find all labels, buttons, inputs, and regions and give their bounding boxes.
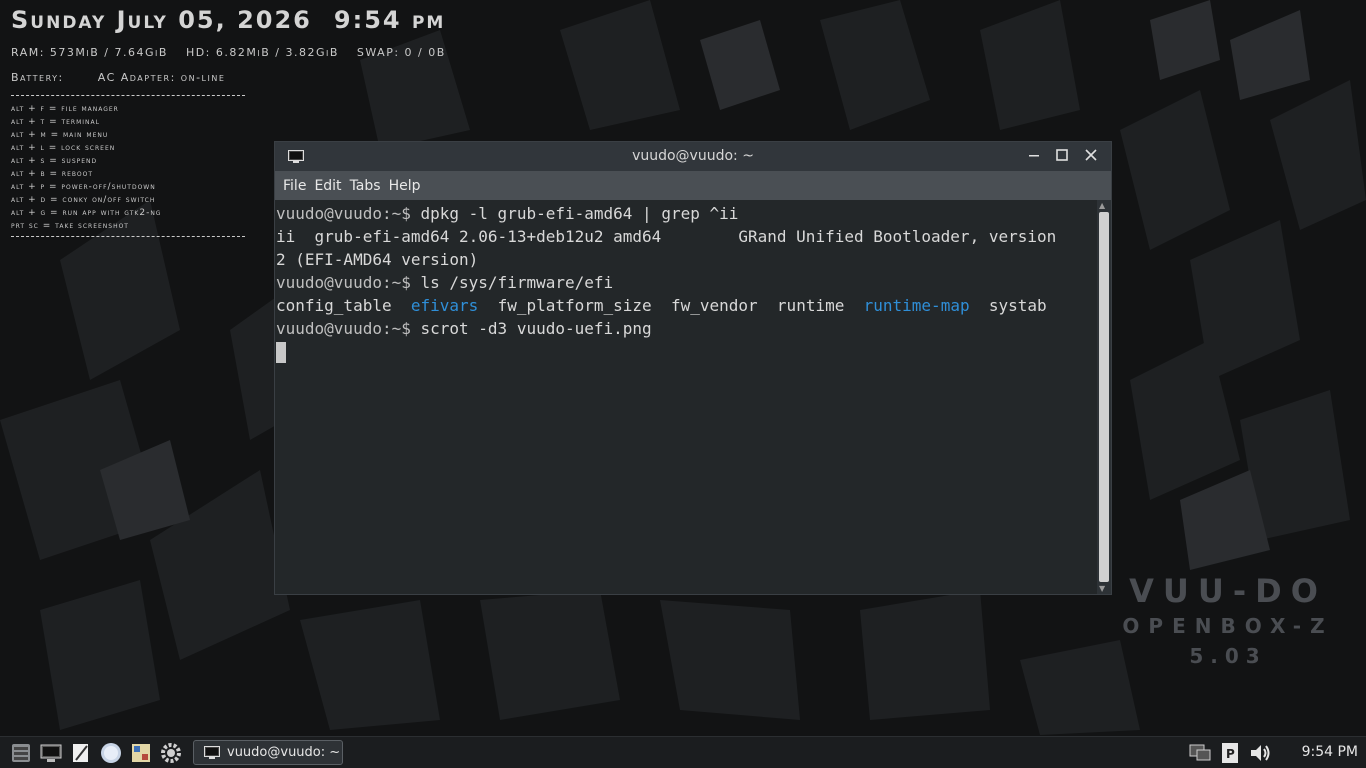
shortcut-item: alt + t = terminal <box>11 117 100 127</box>
menu-tabs[interactable]: Tabs <box>346 178 385 194</box>
conky-date: Sunday July 05, 2026 <box>11 6 312 34</box>
terminal-output[interactable]: vuudo@vuudo:~$ dpkg -l grub-efi-amd64 | … <box>275 200 1097 594</box>
minimize-icon <box>1029 155 1039 157</box>
terminal-line <box>276 340 1097 363</box>
prompt: vuudo@vuudo:~$ <box>276 204 411 223</box>
brand-version: 5.03 <box>1189 644 1267 668</box>
minimize-button[interactable] <box>1022 145 1046 167</box>
conky-ram: RAM: 573MiB / 7.64GiB <box>11 46 168 59</box>
scrollbar-thumb[interactable] <box>1099 212 1109 582</box>
image-viewer-icon[interactable] <box>129 741 153 765</box>
conky-stats: RAM: 573MiB / 7.64GiB HD: 6.82MiB / 3.82G… <box>11 46 464 59</box>
terminal-window: vuudo@vuudo: ~ File Edit Tabs Help vuudo… <box>274 141 1112 595</box>
conky-divider <box>11 236 245 237</box>
terminal-line: ii grub-efi-amd64 2.06-13+deb12u2 amd64 … <box>276 227 1057 246</box>
window-title: vuudo@vuudo: ~ <box>632 148 754 164</box>
settings-gear-icon[interactable] <box>159 741 183 765</box>
brand-edition: OPENBOX-Z <box>1122 614 1334 638</box>
terminal-line: config_table efivars fw_platform_size fw… <box>276 294 1097 317</box>
text-editor-icon[interactable] <box>69 741 93 765</box>
menu-edit[interactable]: Edit <box>310 178 345 194</box>
network-icon[interactable] <box>1188 741 1212 765</box>
conky-hd: HD: 6.82MiB / 3.82GiB <box>185 46 339 59</box>
terminal-icon <box>204 746 220 759</box>
close-button[interactable] <box>1079 145 1103 167</box>
conky-ac-adapter: AC Adapter: on-line <box>97 71 226 84</box>
conky-time: 9:54 pm <box>333 6 446 34</box>
taskbar-clock[interactable]: 9:54 PM <box>1302 744 1358 760</box>
ls-entry: systab <box>988 296 1047 315</box>
conky-battery: Battery: <box>11 71 64 84</box>
taskbar: vuudo@vuudo: ~ P 9:54 PM <box>0 736 1366 768</box>
menu-help[interactable]: Help <box>385 178 425 194</box>
svg-text:P: P <box>1226 747 1235 761</box>
terminal-line: vuudo@vuudo:~$ ls /sys/firmware/efi <box>276 271 1097 294</box>
prompt: vuudo@vuudo:~$ <box>276 319 411 338</box>
ls-entry-dir: runtime-map <box>863 296 970 315</box>
taskbar-window-label: vuudo@vuudo: ~ <box>227 745 341 760</box>
wallpaper-branding: VUU-DO OPENBOX-Z 5.03 <box>1098 572 1358 668</box>
conky-divider <box>11 95 245 96</box>
conky-power: Battery: AC Adapter: on-line <box>11 71 464 84</box>
scroll-up-icon[interactable]: ▲ <box>1099 201 1105 210</box>
scrollbar[interactable]: ▲ ▼ <box>1097 200 1111 594</box>
command: ls /sys/firmware/efi <box>410 273 614 292</box>
terminal-line: vuudo@vuudo:~$ dpkg -l grub-efi-amd64 | … <box>276 202 1097 225</box>
maximize-button[interactable] <box>1050 145 1074 167</box>
taskbar-window-button[interactable]: vuudo@vuudo: ~ <box>193 740 343 765</box>
ls-entry-dir: efivars <box>410 296 479 315</box>
command: dpkg -l grub-efi-amd64 | grep ^ii <box>410 204 739 223</box>
ls-entry: fw_vendor <box>670 296 758 315</box>
text-cursor <box>276 342 286 363</box>
terminal-launcher-icon[interactable] <box>39 741 63 765</box>
web-browser-icon[interactable] <box>99 741 123 765</box>
volume-icon[interactable] <box>1248 741 1272 765</box>
terminal-line: vuudo@vuudo:~$ scrot -d3 vuudo-uefi.png <box>276 317 1097 340</box>
prompt: vuudo@vuudo:~$ <box>276 273 411 292</box>
menu-file[interactable]: File <box>279 178 310 194</box>
terminal-line: 2 (EFI-AMD64 version) <box>276 250 479 269</box>
ls-entry: fw_platform_size <box>497 296 652 315</box>
menu-bar: File Edit Tabs Help <box>275 171 1111 200</box>
window-titlebar[interactable]: vuudo@vuudo: ~ <box>275 142 1111 171</box>
brand-name: VUU-DO <box>1129 572 1327 610</box>
file-manager-icon[interactable] <box>9 741 33 765</box>
conky-swap: SWAP: 0 / 0B <box>356 46 446 59</box>
close-icon <box>1085 149 1097 161</box>
ls-entry: runtime <box>776 296 845 315</box>
command: scrot -d3 vuudo-uefi.png <box>410 319 652 338</box>
power-manager-icon[interactable]: P <box>1218 741 1242 765</box>
maximize-icon <box>1056 149 1068 161</box>
ls-entry: config_table <box>276 296 392 315</box>
shortcut-item: alt + f = file manager <box>11 104 119 114</box>
scroll-down-icon[interactable]: ▼ <box>1099 584 1105 593</box>
conky-datetime: Sunday July 05, 2026 9:54 pm <box>11 6 464 34</box>
